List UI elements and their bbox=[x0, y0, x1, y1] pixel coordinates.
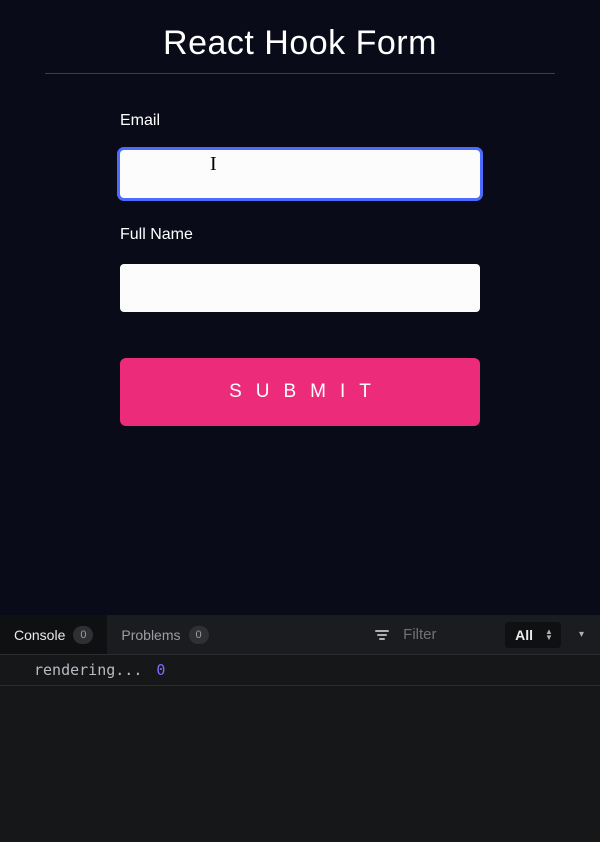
filter-icon[interactable] bbox=[375, 629, 391, 641]
fullname-label: Full Name bbox=[120, 226, 480, 244]
tab-console-label: Console bbox=[14, 627, 65, 643]
fullname-field[interactable] bbox=[120, 264, 480, 312]
devtools-tabbar: Console 0 Problems 0 All ▲▼ ▾ bbox=[0, 615, 600, 655]
log-message: rendering... bbox=[34, 661, 142, 679]
console-output[interactable]: rendering... 0 bbox=[0, 655, 600, 842]
problems-count-badge: 0 bbox=[189, 626, 209, 644]
email-label: Email bbox=[120, 112, 480, 130]
log-entry: rendering... 0 bbox=[0, 655, 600, 686]
log-level-select[interactable]: All ▲▼ bbox=[505, 622, 561, 648]
log-value: 0 bbox=[156, 661, 165, 679]
console-count-badge: 0 bbox=[73, 626, 93, 644]
tab-problems[interactable]: Problems 0 bbox=[107, 615, 222, 654]
tab-problems-label: Problems bbox=[121, 627, 180, 643]
devtools-panel: Console 0 Problems 0 All ▲▼ ▾ rendering.… bbox=[0, 615, 600, 842]
page-title: React Hook Form bbox=[163, 24, 437, 63]
filter-input[interactable] bbox=[403, 626, 493, 643]
title-divider bbox=[45, 73, 555, 74]
submit-button[interactable]: SUBMIT bbox=[120, 358, 480, 426]
email-field[interactable] bbox=[120, 150, 480, 198]
log-level-value: All bbox=[515, 627, 533, 643]
select-updown-icon: ▲▼ bbox=[545, 629, 553, 641]
app-pane: React Hook Form Email I Full Name SUBMIT bbox=[0, 0, 600, 615]
spacer bbox=[120, 198, 480, 226]
devtools-toolbar: All ▲▼ ▾ bbox=[375, 615, 600, 654]
tab-console[interactable]: Console 0 bbox=[0, 615, 107, 654]
chevron-down-icon[interactable]: ▾ bbox=[573, 629, 590, 640]
form: Email I Full Name SUBMIT bbox=[120, 112, 480, 426]
